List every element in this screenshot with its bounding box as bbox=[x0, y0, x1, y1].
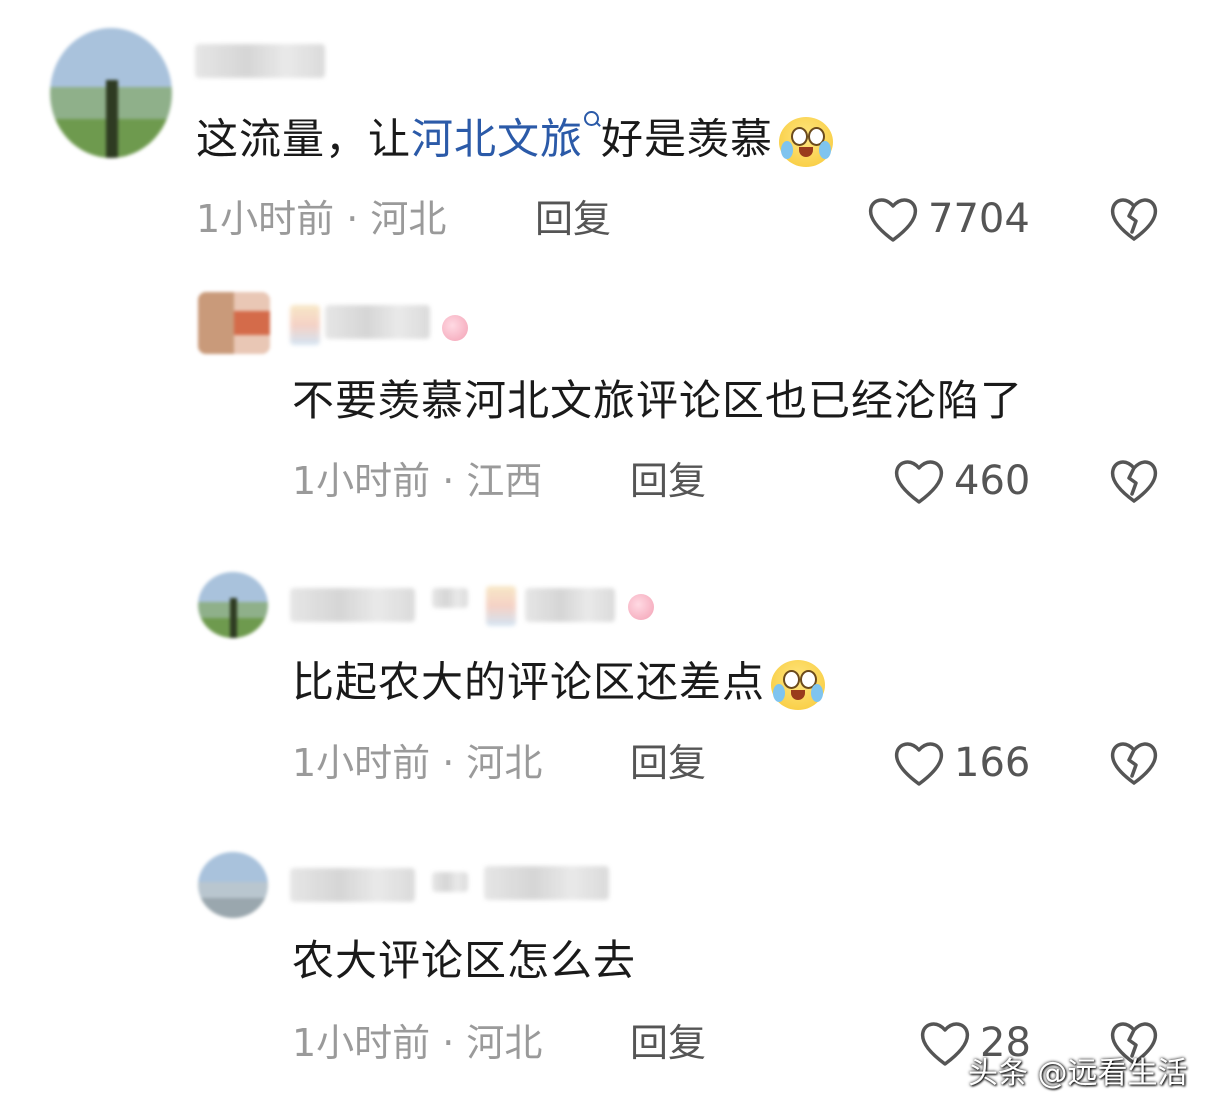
blurred-username[interactable] bbox=[525, 588, 615, 622]
comment-text: 比起农大的评论区还差点 bbox=[292, 658, 827, 712]
blurred-username[interactable] bbox=[290, 868, 415, 902]
comment-meta: 1小时前 · 河北 bbox=[292, 741, 543, 785]
comment-text: 农大评论区怎么去 bbox=[292, 936, 637, 985]
comment-meta: 1小时前 · 河北 bbox=[196, 197, 447, 241]
user-avatar[interactable] bbox=[198, 292, 270, 354]
like-button[interactable]: 166 bbox=[892, 738, 1030, 788]
user-badge bbox=[290, 305, 320, 345]
search-icon bbox=[583, 109, 601, 131]
user-badge bbox=[486, 586, 516, 626]
heart-outline-icon bbox=[894, 460, 944, 504]
broken-heart-icon[interactable] bbox=[1108, 194, 1160, 244]
reply-button[interactable]: 回复 bbox=[630, 1024, 706, 1062]
user-avatar[interactable] bbox=[50, 28, 172, 158]
blurred-username[interactable] bbox=[325, 305, 430, 339]
heart-outline-icon bbox=[894, 742, 944, 786]
topic-link[interactable]: 河北文旅 bbox=[411, 115, 583, 164]
reply-button[interactable]: 回复 bbox=[630, 744, 706, 782]
comment-text: 这流量，让河北文旅 好是羡慕 bbox=[196, 111, 835, 169]
blurred-username[interactable] bbox=[195, 44, 325, 78]
blurred-username[interactable] bbox=[290, 588, 415, 622]
comment-meta: 1小时前 · 河北 bbox=[292, 1021, 543, 1065]
heart-outline-icon bbox=[868, 198, 918, 242]
candy-icon bbox=[628, 594, 654, 620]
blurred-username[interactable] bbox=[484, 866, 609, 900]
like-button[interactable]: 460 bbox=[892, 456, 1030, 506]
reply-button[interactable]: 回复 bbox=[630, 462, 706, 500]
blurred-reply-target[interactable] bbox=[432, 588, 468, 608]
comment-text: 不要羡慕河北文旅评论区也已经沦陷了 bbox=[292, 376, 1024, 425]
blurred-reply-target[interactable] bbox=[432, 872, 468, 892]
reply-button[interactable]: 回复 bbox=[535, 200, 611, 238]
user-avatar[interactable] bbox=[198, 852, 268, 918]
crying-emoji bbox=[769, 658, 827, 712]
heart-outline-icon bbox=[920, 1022, 970, 1066]
watermark: 头条 @远看生活 bbox=[968, 1056, 1188, 1091]
crying-emoji bbox=[777, 115, 835, 169]
broken-heart-icon[interactable] bbox=[1108, 738, 1160, 788]
broken-heart-icon[interactable] bbox=[1108, 456, 1160, 506]
user-avatar[interactable] bbox=[198, 572, 268, 638]
like-count: 460 bbox=[954, 458, 1031, 504]
like-count: 7704 bbox=[928, 196, 1030, 242]
like-button[interactable]: 7704 bbox=[866, 194, 1030, 244]
like-count: 166 bbox=[954, 740, 1031, 786]
candy-icon bbox=[442, 315, 468, 341]
comment-meta: 1小时前 · 江西 bbox=[292, 459, 543, 503]
